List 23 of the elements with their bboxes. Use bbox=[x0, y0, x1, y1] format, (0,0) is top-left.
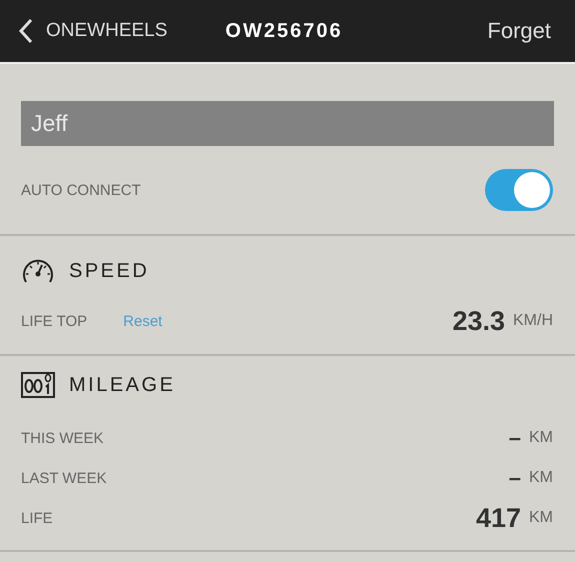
odometer-icon bbox=[21, 372, 55, 398]
mileage-value: – bbox=[508, 425, 521, 451]
mileage-label: LAST WEEK bbox=[21, 470, 107, 486]
mileage-heading: MILEAGE bbox=[69, 374, 176, 396]
mileage-value: – bbox=[508, 465, 521, 491]
auto-connect-label: AUTO CONNECT bbox=[21, 182, 141, 198]
speedometer-icon bbox=[21, 257, 55, 285]
mileage-unit: KM bbox=[529, 469, 553, 487]
back-label: ONEWHEELS bbox=[46, 20, 168, 42]
auto-connect-toggle[interactable] bbox=[485, 169, 553, 211]
speed-heading: SPEED bbox=[69, 260, 150, 282]
forget-button[interactable]: Forget bbox=[487, 18, 551, 44]
mileage-unit: KM bbox=[529, 509, 553, 527]
mileage-label: THIS WEEK bbox=[21, 430, 104, 446]
back-button[interactable]: ONEWHEELS bbox=[18, 18, 168, 44]
device-title: OW256706 bbox=[225, 20, 344, 42]
mileage-value: 417 bbox=[476, 502, 521, 534]
mileage-unit: KM bbox=[529, 429, 553, 447]
mileage-label: LIFE bbox=[21, 510, 53, 526]
back-icon bbox=[18, 18, 34, 44]
top-speed-value: 23.3 bbox=[452, 306, 505, 336]
speed-unit: KM/H bbox=[513, 312, 553, 330]
life-top-label: LIFE TOP bbox=[21, 312, 88, 330]
